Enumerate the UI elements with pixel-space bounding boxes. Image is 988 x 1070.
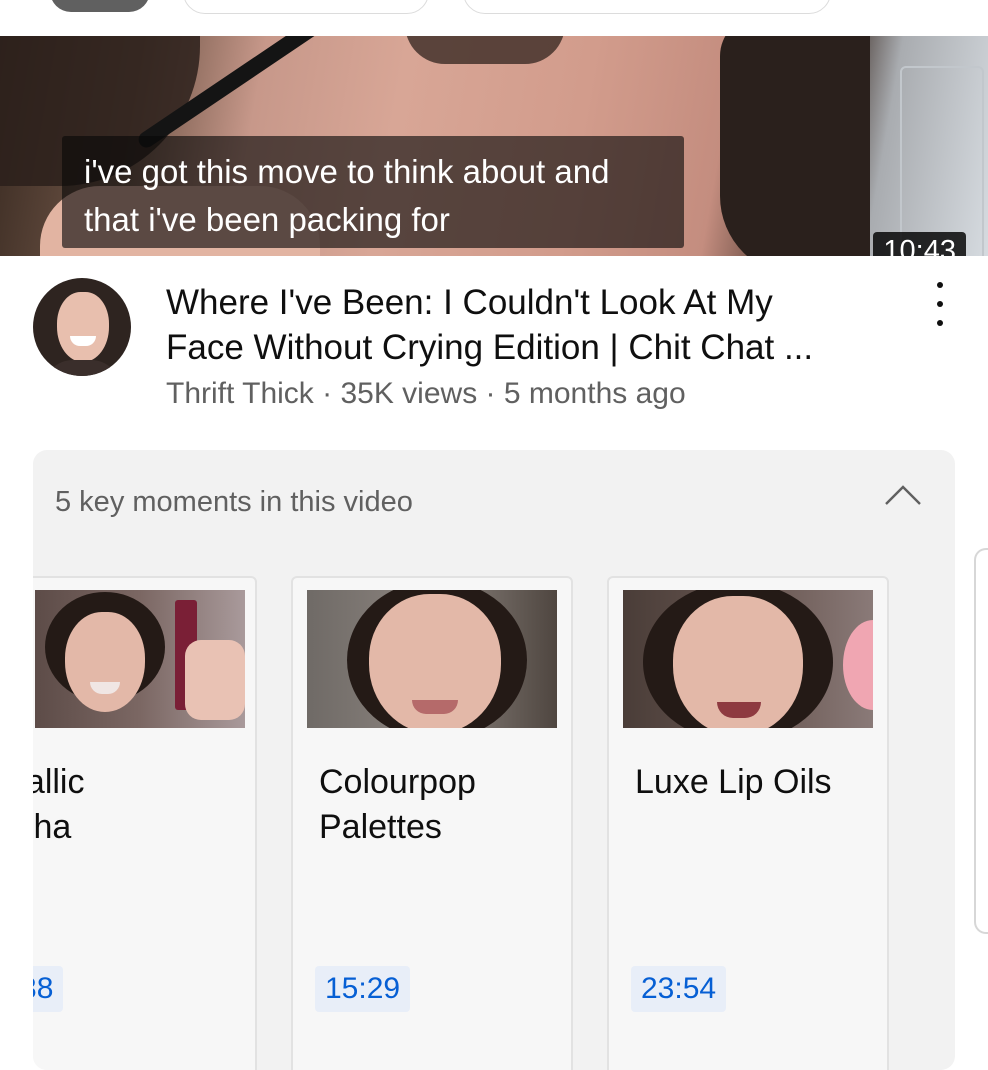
- key-moment-thumbnail: [307, 590, 557, 728]
- key-moment-label-line: Colourpop: [319, 763, 476, 801]
- avatar-shirt: [43, 360, 121, 376]
- caption-line: i've got this move to think about and: [84, 153, 610, 190]
- thumbnail-art: [405, 36, 565, 64]
- key-moments-heading: 5 key moments in this video: [55, 486, 413, 518]
- key-moment-timestamp[interactable]: 23:54: [631, 966, 727, 1012]
- key-moment-label-line: letallic: [33, 763, 85, 801]
- video-caption: i've got this move to think about and th…: [62, 136, 684, 248]
- key-moment-card[interactable]: letallic locha 3:38: [33, 576, 257, 1070]
- key-moment-card[interactable]: Colourpop Palettes 15:29: [291, 576, 573, 1070]
- key-moment-label: Luxe Lip Oils: [635, 760, 875, 805]
- video-title-line: Face Without Crying Edition | Chit Chat …: [166, 328, 814, 367]
- key-moment-card[interactable]: Luxe Lip Oils 23:54: [607, 576, 889, 1070]
- key-moment-label-line: Luxe Lip Oils: [635, 763, 832, 801]
- key-moment-label: Colourpop Palettes: [319, 760, 559, 850]
- key-moment-label: letallic locha: [33, 760, 230, 850]
- more-vert-icon[interactable]: [928, 282, 952, 326]
- avatar-face: [57, 292, 109, 362]
- key-moments-panel: 5 key moments in this video letallic loc…: [33, 450, 955, 1070]
- filter-chip[interactable]: [183, 0, 429, 14]
- video-meta: Thrift Thick · 35K views · 5 months ago: [166, 377, 686, 410]
- key-moment-timestamp[interactable]: 3:38: [33, 966, 64, 1012]
- caption-line: that i've been packing for: [84, 201, 450, 238]
- chevron-up-icon[interactable]: [883, 480, 923, 508]
- key-moment-thumbnail: [35, 590, 245, 728]
- key-moment-label-line: Palettes: [319, 808, 442, 846]
- key-moment-thumbnail: [623, 590, 873, 728]
- duration-badge: 10:43: [873, 232, 966, 256]
- next-card-edge[interactable]: [974, 548, 988, 934]
- thumbnail-art: [900, 66, 984, 256]
- video-title[interactable]: Where I've Been: I Couldn't Look At My F…: [166, 280, 886, 370]
- video-thumbnail[interactable]: i've got this move to think about and th…: [0, 36, 988, 256]
- key-moment-label-line: locha: [33, 808, 72, 846]
- channel-avatar[interactable]: [33, 278, 131, 376]
- filter-chip[interactable]: [463, 0, 831, 14]
- key-moment-timestamp[interactable]: 15:29: [315, 966, 411, 1012]
- thumbnail-art: [720, 36, 870, 256]
- filter-chip[interactable]: [50, 0, 150, 12]
- video-title-line: Where I've Been: I Couldn't Look At My: [166, 283, 773, 322]
